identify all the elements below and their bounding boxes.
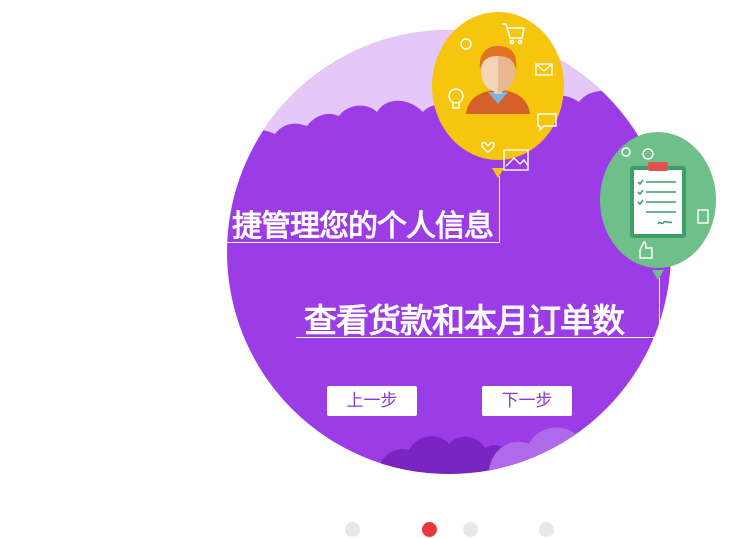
next-step-button[interactable]: 下一步 [482,386,572,416]
page-dot-1[interactable] [345,522,360,537]
feature-line-orders: 查看货款和本月订单数 [296,290,661,340]
green-balloon [600,132,716,280]
pagination-dots [0,522,756,538]
previous-step-button[interactable]: 上一步 [327,386,417,416]
page-dot-4[interactable] [539,522,554,537]
feature-text-2: 查看货款和本月订单数 [304,301,625,340]
onboarding-slide: 捷管理您的个人信息 查看货款和本月订单数 上一步 下一步 [0,0,756,538]
checklist-icon [630,162,686,238]
yellow-balloon [432,12,564,178]
bottom-cloud-decoration [377,427,635,474]
feature-text-1: 捷管理您的个人信息 [232,209,494,243]
feature-line-personal-info: 捷管理您的个人信息 [220,195,500,243]
page-dot-2[interactable] [422,522,437,537]
balloon-string [659,278,660,338]
page-dot-3[interactable] [463,522,478,537]
